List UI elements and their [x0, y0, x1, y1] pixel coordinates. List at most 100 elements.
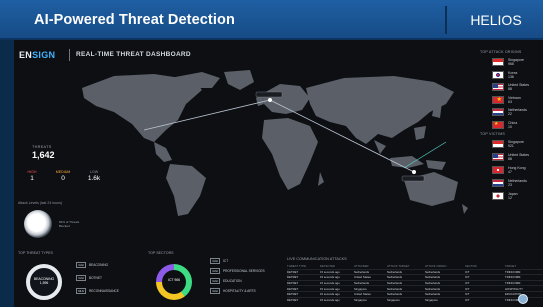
table-row[interactable]: DETRET 15 seconds ago Netherlands Netherlan…	[287, 268, 543, 275]
severity-high: HIGH 1	[18, 170, 46, 182]
legend-tag: C2H	[210, 258, 220, 264]
legend-row[interactable]: C2H BEACONING	[76, 262, 108, 268]
victim-row[interactable]: Hong Kong 47	[492, 164, 542, 176]
table-cell: TRINCOMM	[505, 281, 521, 286]
country-count: 921	[508, 144, 514, 148]
threats-value: 1,642	[32, 150, 55, 160]
severity-stats: HIGH 1 MEDIUM 0 LOW 1.6k	[18, 170, 108, 182]
origin-row[interactable]: Vietnam63	[492, 94, 542, 106]
table-cell: Singapore	[387, 297, 400, 302]
table-cell: DETRET	[287, 269, 299, 274]
severity-label: HIGH	[27, 170, 37, 174]
us-flag-icon	[492, 83, 504, 91]
nl-flag-icon	[492, 108, 504, 116]
victim-row[interactable]: Netherlands 23	[492, 177, 542, 189]
table-row[interactable]: DETRET 15 seconds ago United States Netherl…	[287, 290, 543, 297]
country-count: 47	[508, 170, 512, 174]
victim-row[interactable]: United States 88	[492, 151, 542, 163]
live-table-body: DETRET 15 seconds ago Netherlands Netherlan…	[287, 268, 543, 303]
table-cell: Netherlands	[387, 281, 403, 286]
legend-row[interactable]: C2H EDUCATION	[210, 278, 242, 284]
victim-row[interactable]: Singapore 921	[492, 138, 542, 150]
jp-flag-icon	[492, 192, 504, 200]
column-header: DETECTED	[320, 263, 336, 268]
attack-point[interactable]	[268, 98, 272, 102]
legend-row[interactable]: C2H PROFESSIONAL SERVICES	[210, 268, 265, 274]
severity-value: 0	[61, 175, 65, 182]
cn-flag-icon	[492, 120, 504, 129]
live-attacks-table: LIVE COMMUNICATION ATTACKS THREAT TYPE DE…	[287, 257, 543, 302]
top-sectors-title: TOP SECTORS	[148, 251, 174, 255]
flag-text: Hong Kong 47	[508, 166, 526, 174]
severity-medium: MEDIUM 0	[49, 170, 77, 182]
country-count: 88	[508, 87, 512, 91]
table-cell: Netherlands	[425, 286, 441, 291]
legend-label: BEACONING	[89, 263, 109, 267]
dashboard-screenshot: ENSIGN REAL-TIME THREAT DASHBOARD THREAT…	[14, 40, 543, 307]
sg-flag-icon	[492, 58, 504, 66]
sectors-ring-hole	[162, 270, 186, 294]
victim-row[interactable]: Japan 12	[492, 190, 542, 202]
legend-row[interactable]: C2H ICT	[210, 258, 228, 264]
flag-text: Vietnam 63	[508, 96, 521, 104]
table-cell: TRINCOMM	[505, 269, 521, 274]
header-divider	[445, 6, 447, 34]
table-cell: Netherlands	[387, 269, 403, 274]
table-cell: 15 seconds ago	[320, 297, 340, 302]
legend-label: PROFESSIONAL SERVICES	[223, 269, 265, 273]
severity-value: 1	[30, 175, 34, 182]
flag-text: Japan 12	[508, 192, 518, 200]
table-cell: Netherlands	[354, 281, 370, 286]
table-cell: ICT	[465, 281, 470, 286]
logo-prefix: EN	[19, 50, 33, 60]
brand-label: HELIOS	[470, 12, 522, 28]
table-cell: 15 seconds ago	[320, 292, 340, 297]
table-cell: ICT	[465, 269, 470, 274]
table-cell: ICT	[465, 292, 470, 297]
table-row[interactable]: DETRET 15 seconds ago Singapore Netherlands…	[287, 285, 543, 291]
legend-tag: C2H	[210, 288, 220, 294]
country-count: 10	[508, 124, 512, 129]
table-row[interactable]: DETRET 15 seconds ago Singapore Singapore Si…	[287, 296, 543, 303]
table-row[interactable]: DETRET 15 seconds ago Netherlands Netherlan…	[287, 279, 543, 286]
country-name: China	[508, 120, 518, 125]
attack-point[interactable]	[412, 170, 416, 174]
origin-row[interactable]: Singapore 966	[492, 56, 542, 68]
corner-badge[interactable]	[518, 294, 528, 304]
country-count: 966	[508, 62, 514, 66]
legend-label: HOSPITALITY & ARTS	[223, 289, 256, 293]
table-cell: 15 seconds ago	[320, 286, 340, 291]
origin-row[interactable]: China10	[492, 119, 542, 131]
origin-row[interactable]: Netherlands 22	[492, 106, 542, 118]
origin-row[interactable]: United States 88	[492, 81, 542, 93]
table-row[interactable]: DETRET 15 seconds ago United States Netherl…	[287, 274, 543, 280]
table-cell: ICT	[465, 286, 470, 291]
world-map[interactable]	[74, 68, 469, 218]
legend-label: RECONNAISSANCE	[89, 289, 119, 293]
threats-stat: THREATS 1,642	[32, 145, 55, 160]
legend-label: ICT	[223, 259, 229, 263]
dashboard-title: REAL-TIME THREAT DASHBOARD	[76, 51, 191, 58]
severity-value: 1.6k	[87, 175, 101, 182]
flag-text: Singapore 966	[508, 58, 524, 66]
table-cell: Singapore	[354, 286, 367, 291]
top-attack-origins-title: TOP ATTACK ORIGINS	[480, 50, 522, 54]
flag-text: Netherlands 22	[508, 108, 527, 116]
table-cell: United States	[354, 275, 371, 280]
nl-flag-icon	[492, 179, 504, 187]
origin-row[interactable]: Korea 136	[492, 69, 542, 81]
legend-label: EDUCATION	[223, 279, 242, 283]
live-table-header: THREAT TYPE DETECTED ATTACKER ATTACK TARGET…	[287, 263, 543, 269]
attack-level-dial[interactable]	[24, 210, 52, 238]
flag-text: United States 88	[508, 153, 529, 161]
table-cell: ICT	[465, 275, 470, 280]
country-name: Korea	[508, 70, 518, 75]
legend-row[interactable]: MLN RECONNAISSANCE	[76, 288, 119, 294]
legend-row[interactable]: C2H BOTNET	[76, 275, 102, 281]
table-cell: ICT	[465, 297, 470, 302]
legend-row[interactable]: C2H HOSPITALITY & ARTS	[210, 288, 256, 294]
table-cell: Singapore	[354, 297, 367, 302]
table-cell: DETRET	[287, 275, 299, 280]
table-cell: 15 seconds ago	[320, 269, 340, 274]
table-cell: Netherlands	[387, 292, 403, 297]
